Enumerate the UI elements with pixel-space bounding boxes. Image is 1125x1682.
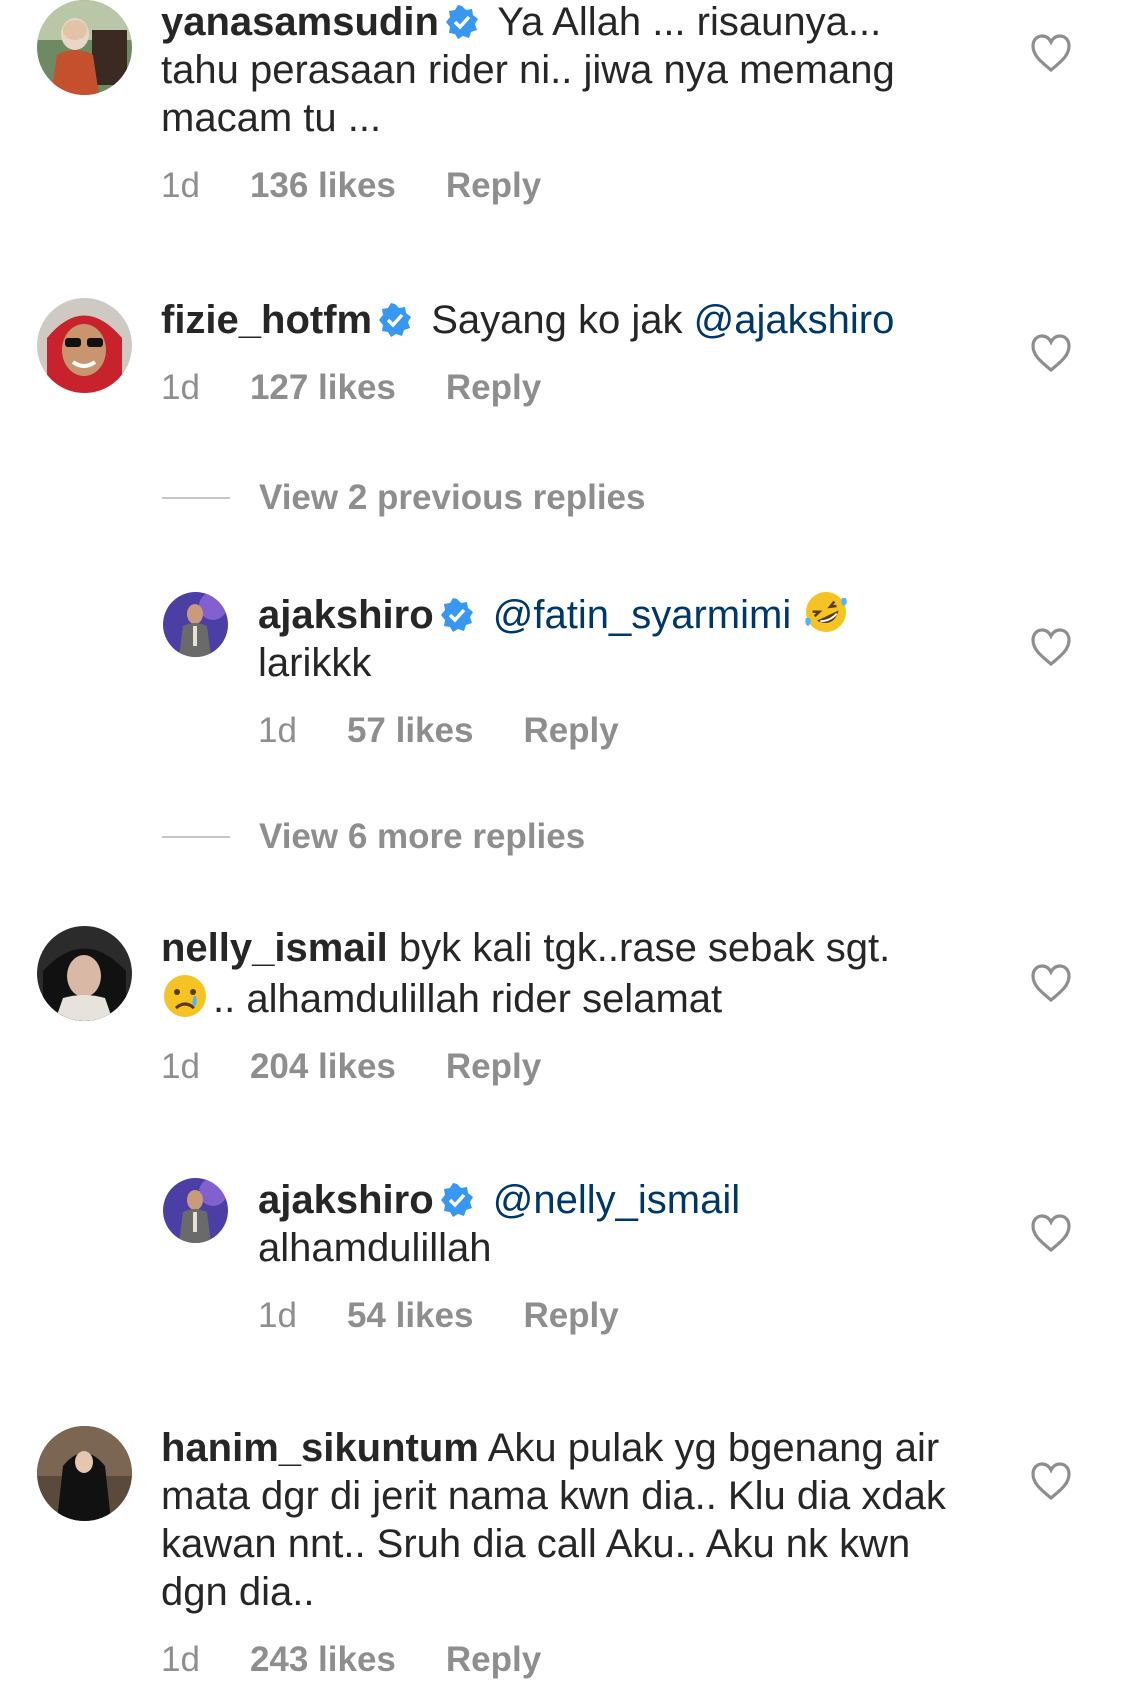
- comment-time: 1d: [161, 166, 200, 205]
- comment-meta: 1d 204 likes Reply: [161, 1045, 961, 1089]
- profile-photo-icon: [37, 298, 132, 393]
- comment-username[interactable]: nelly_ismail: [161, 926, 388, 970]
- verified-badge-icon: [378, 303, 412, 337]
- reply-meta: 1d 57 likes Reply: [258, 709, 958, 753]
- reply-button[interactable]: Reply: [446, 164, 541, 208]
- comment-username[interactable]: fizie_hotfm: [161, 298, 372, 342]
- verified-badge-icon: [440, 598, 474, 632]
- comment-time: 1d: [161, 368, 200, 407]
- reply-text: alhamdulillah: [258, 1226, 492, 1270]
- comment-meta: 1d 127 likes Reply: [161, 366, 961, 410]
- profile-photo-icon: [37, 0, 132, 95]
- comment-body: yanasamsudin Ya Allah ... risaunya... ta…: [161, 0, 961, 208]
- comment-username[interactable]: hanim_sikuntum: [161, 1426, 479, 1470]
- avatar[interactable]: [37, 298, 132, 393]
- like-heart-icon[interactable]: [1030, 628, 1072, 666]
- reply-button[interactable]: Reply: [446, 366, 541, 410]
- avatar[interactable]: [163, 1178, 228, 1243]
- reply-body: ajakshiro @fatin_syarmimi larikkk 1d 57 l…: [258, 588, 958, 753]
- reply-username[interactable]: ajakshiro: [258, 1178, 434, 1222]
- crying-face-emoji-icon: [161, 972, 209, 1020]
- reply-button[interactable]: Reply: [446, 1045, 541, 1089]
- mention-link[interactable]: @nelly_ismail: [493, 1178, 740, 1222]
- thread-divider-line: [162, 836, 230, 838]
- likes-count[interactable]: 243 likes: [250, 1638, 396, 1682]
- mention-link[interactable]: @fatin_syarmimi: [493, 593, 791, 637]
- profile-photo-icon: [163, 1178, 228, 1243]
- avatar[interactable]: [37, 1426, 132, 1521]
- profile-photo-icon: [37, 1426, 132, 1521]
- view-previous-replies-button[interactable]: View 2 previous replies: [162, 476, 962, 520]
- comment-meta: 1d 243 likes Reply: [161, 1638, 961, 1682]
- comment-meta: 1d 136 likes Reply: [161, 164, 961, 208]
- likes-count[interactable]: 127 likes: [250, 366, 396, 410]
- reply-button[interactable]: Reply: [523, 1294, 618, 1338]
- verified-badge-icon: [440, 1183, 474, 1217]
- reply-body: ajakshiro @nelly_ismail alhamdulillah 1d…: [258, 1176, 958, 1338]
- avatar[interactable]: [37, 926, 132, 1021]
- reply-button[interactable]: Reply: [523, 709, 618, 753]
- verified-badge-icon: [445, 5, 479, 39]
- reply-text: larikkk: [258, 641, 372, 685]
- profile-photo-icon: [37, 926, 132, 1021]
- likes-count[interactable]: 204 likes: [250, 1045, 396, 1089]
- comment-time: 1d: [161, 1640, 200, 1679]
- like-heart-icon[interactable]: [1030, 34, 1072, 72]
- reply-meta: 1d 54 likes Reply: [258, 1294, 958, 1338]
- reply-username[interactable]: ajakshiro: [258, 593, 434, 637]
- view-replies-label: View 6 more replies: [259, 817, 586, 856]
- avatar[interactable]: [37, 0, 132, 95]
- reply-time: 1d: [258, 711, 297, 750]
- mention-link[interactable]: @ajakshiro: [694, 298, 895, 342]
- likes-count[interactable]: 54 likes: [347, 1294, 474, 1338]
- comment-time: 1d: [161, 1047, 200, 1086]
- comment-text-continued: .. alhamdulillah rider selamat: [213, 977, 723, 1021]
- like-heart-icon[interactable]: [1030, 1462, 1072, 1500]
- rolling-on-floor-laughing-emoji-icon: [802, 588, 850, 636]
- comment-body: hanim_sikuntum Aku pulak yg bgenang air …: [161, 1424, 961, 1682]
- reply-time: 1d: [258, 1296, 297, 1335]
- like-heart-icon[interactable]: [1030, 964, 1072, 1002]
- reply-button[interactable]: Reply: [446, 1638, 541, 1682]
- profile-photo-icon: [163, 592, 228, 657]
- like-heart-icon[interactable]: [1030, 1214, 1072, 1252]
- comment-text: Sayang ko jak: [431, 298, 683, 342]
- likes-count[interactable]: 136 likes: [250, 164, 396, 208]
- avatar[interactable]: [163, 592, 228, 657]
- view-replies-label: View 2 previous replies: [259, 478, 646, 517]
- likes-count[interactable]: 57 likes: [347, 709, 474, 753]
- comment-text: byk kali tgk..rase sebak sgt.: [398, 926, 891, 970]
- thread-divider-line: [162, 497, 230, 499]
- like-heart-icon[interactable]: [1030, 334, 1072, 372]
- view-more-replies-button[interactable]: View 6 more replies: [162, 815, 962, 859]
- comment-username[interactable]: yanasamsudin: [161, 0, 439, 44]
- comment-body: fizie_hotfm Sayang ko jak @ajakshiro 1d 1…: [161, 296, 961, 410]
- comment-body: nelly_ismail byk kali tgk..rase sebak sg…: [161, 924, 961, 1089]
